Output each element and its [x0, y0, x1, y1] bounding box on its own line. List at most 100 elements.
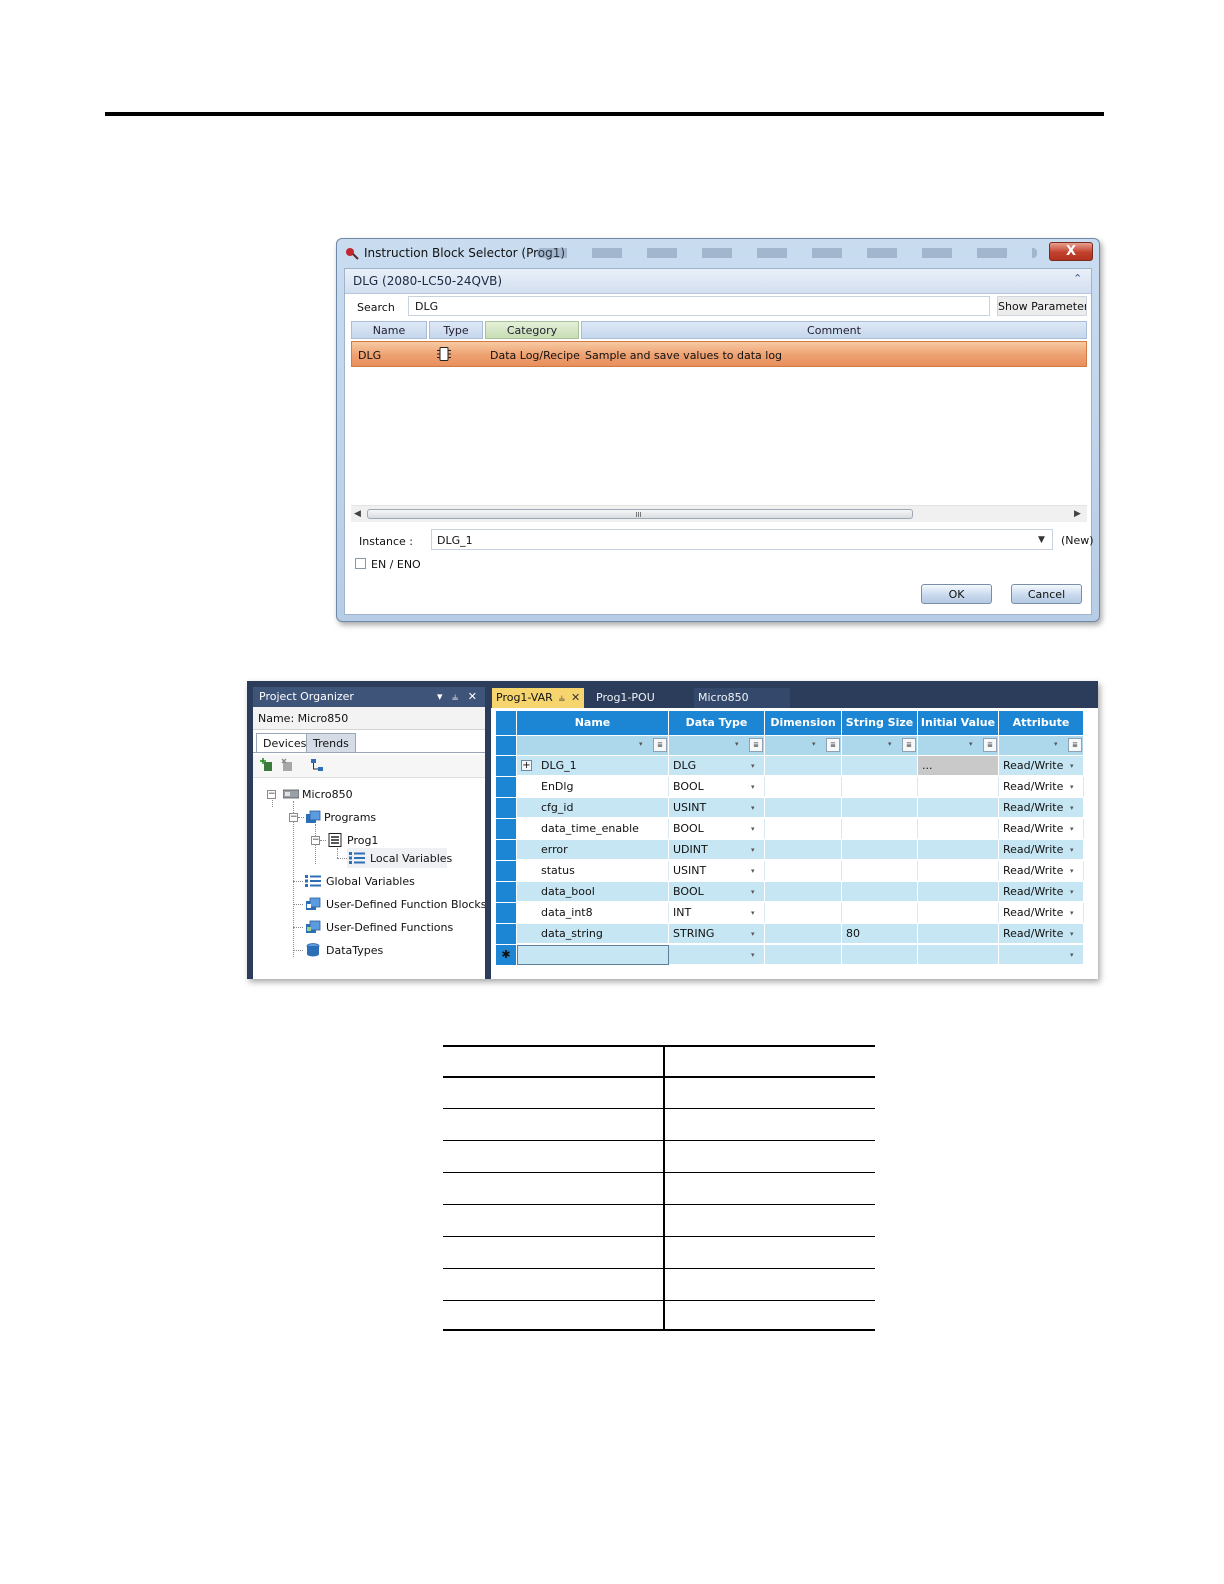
cell-dimension[interactable]: [765, 882, 842, 902]
tree-item-programs[interactable]: Programs: [324, 811, 376, 824]
row-selector[interactable]: [496, 903, 516, 923]
chevron-down-icon[interactable]: ▾: [751, 756, 755, 775]
row-selector[interactable]: [496, 756, 516, 776]
dialog-titlebar[interactable]: Instruction Block Selector (Prog1) X: [337, 239, 1099, 267]
filter-string-size[interactable]: ▾ ≣: [842, 736, 918, 755]
chevron-down-icon[interactable]: ▾: [751, 945, 755, 964]
remove-device-icon[interactable]: [280, 758, 294, 772]
column-header-string-size[interactable]: String Size: [842, 711, 918, 735]
chevron-down-icon[interactable]: ▾: [751, 861, 755, 880]
cell-name[interactable]: cfg_id: [517, 798, 669, 818]
cell-name[interactable]: EnDlg: [517, 777, 669, 797]
close-tab-icon[interactable]: ✕: [571, 691, 580, 704]
filter-attribute[interactable]: ▾ ≣: [999, 736, 1084, 755]
cell-dimension[interactable]: [765, 798, 842, 818]
scroll-left-icon[interactable]: ◀: [354, 509, 361, 519]
cell-attribute[interactable]: Read/Write ▾: [999, 924, 1084, 944]
cell-data-type[interactable]: USINT ▾: [669, 861, 765, 881]
cell-string-size[interactable]: [842, 798, 918, 818]
filter-dropdown-icon[interactable]: ▾: [888, 740, 892, 748]
en-eno-checkbox[interactable]: [355, 558, 366, 569]
cell-initial-value[interactable]: [918, 840, 999, 860]
filter-dropdown-icon[interactable]: ▾: [812, 740, 816, 748]
row-selector[interactable]: [496, 819, 516, 839]
cell-attribute[interactable]: Read/Write ▾: [999, 819, 1084, 839]
cell-data-type[interactable]: DLG ▾: [669, 756, 765, 776]
filter-dropdown-icon[interactable]: ▾: [969, 740, 973, 748]
chevron-down-icon[interactable]: ▾: [1070, 798, 1074, 817]
cell-data-type[interactable]: USINT ▾: [669, 798, 765, 818]
cell-string-size[interactable]: [842, 840, 918, 860]
row-selector[interactable]: [496, 861, 516, 881]
cell-attribute[interactable]: Read/Write ▾: [999, 777, 1084, 797]
chevron-down-icon[interactable]: ▾: [1070, 882, 1074, 901]
column-header-data-type[interactable]: Data Type: [669, 711, 765, 735]
add-device-icon[interactable]: [260, 758, 274, 772]
chevron-down-icon[interactable]: ▾: [1070, 777, 1074, 796]
row-selector[interactable]: [496, 840, 516, 860]
cell-dimension[interactable]: [765, 840, 842, 860]
pin-icon[interactable]: ⫨: [559, 691, 565, 704]
cell-dimension[interactable]: [765, 777, 842, 797]
close-button[interactable]: X: [1049, 242, 1093, 261]
tree-item-local-variables[interactable]: Local Variables: [370, 852, 452, 865]
cancel-button[interactable]: Cancel: [1011, 584, 1082, 604]
column-header-category[interactable]: Category: [485, 321, 579, 339]
filter-dimension[interactable]: ▾ ≣: [765, 736, 842, 755]
tree-item-micro850[interactable]: Micro850: [302, 788, 353, 801]
chevron-down-icon[interactable]: ▾: [1070, 756, 1074, 775]
cell-dimension[interactable]: [765, 924, 842, 944]
filter-dropdown-icon[interactable]: ▾: [639, 740, 643, 748]
filter-icon[interactable]: ≣: [983, 738, 997, 752]
cell-name[interactable]: data_int8: [517, 903, 669, 923]
column-header-comment[interactable]: Comment: [581, 321, 1087, 339]
new-row-string-size[interactable]: [842, 945, 918, 965]
new-row-name[interactable]: [517, 945, 669, 965]
chevron-down-icon[interactable]: ▾: [751, 882, 755, 901]
cell-data-type[interactable]: INT ▾: [669, 903, 765, 923]
scrollbar-thumb[interactable]: [367, 509, 913, 519]
tab-micro850[interactable]: Micro850: [694, 688, 790, 708]
cell-data-type[interactable]: STRING ▾: [669, 924, 765, 944]
row-selector[interactable]: [496, 924, 516, 944]
cell-string-size[interactable]: [842, 819, 918, 839]
cell-name[interactable]: + DLG_1: [517, 756, 669, 776]
cell-string-size[interactable]: 80: [842, 924, 918, 944]
tab-devices[interactable]: Devices: [256, 733, 314, 752]
filter-icon[interactable]: ≣: [826, 738, 840, 752]
new-row-dimension[interactable]: [765, 945, 842, 965]
chevron-down-icon[interactable]: ▾: [1070, 840, 1074, 859]
panel-window-buttons[interactable]: ▾ ⫨ ✕: [437, 687, 480, 707]
chevron-down-icon[interactable]: ▾: [751, 840, 755, 859]
collapse-programs-toggle[interactable]: −: [289, 813, 298, 822]
tree-item-global-variables[interactable]: Global Variables: [326, 875, 415, 888]
collapse-micro850-toggle[interactable]: −: [267, 790, 276, 799]
cell-dimension[interactable]: [765, 819, 842, 839]
hierarchy-icon[interactable]: [310, 758, 324, 772]
chevron-down-icon[interactable]: ▾: [1070, 819, 1074, 838]
cell-initial-value[interactable]: [918, 777, 999, 797]
cell-data-type[interactable]: BOOL ▾: [669, 777, 765, 797]
chevron-down-icon[interactable]: ▾: [751, 819, 755, 838]
cell-dimension[interactable]: [765, 861, 842, 881]
row-selector[interactable]: [496, 777, 516, 797]
show-parameters-button[interactable]: Show Parameters: [997, 296, 1087, 316]
filter-data-type[interactable]: ▾ ≣: [669, 736, 765, 755]
filter-icon[interactable]: ≣: [749, 738, 763, 752]
filter-dropdown-icon[interactable]: ▾: [735, 740, 739, 748]
cell-attribute[interactable]: Read/Write ▾: [999, 861, 1084, 881]
cell-name[interactable]: status: [517, 861, 669, 881]
column-header-initial-value[interactable]: Initial Value: [918, 711, 999, 735]
cell-string-size[interactable]: [842, 861, 918, 881]
tree-item-datatypes[interactable]: DataTypes: [326, 944, 383, 957]
cell-dimension[interactable]: [765, 756, 842, 776]
cell-initial-value[interactable]: ...: [918, 756, 999, 776]
cell-string-size[interactable]: [842, 882, 918, 902]
tree-item-user-defined-function-blocks[interactable]: User-Defined Function Blocks: [326, 898, 487, 911]
chevron-down-icon[interactable]: ▾: [751, 924, 755, 943]
cell-initial-value[interactable]: [918, 903, 999, 923]
cell-attribute[interactable]: Read/Write ▾: [999, 756, 1084, 776]
filter-icon[interactable]: ≣: [653, 738, 667, 752]
cell-string-size[interactable]: [842, 903, 918, 923]
chevron-down-icon[interactable]: ▾: [751, 903, 755, 922]
